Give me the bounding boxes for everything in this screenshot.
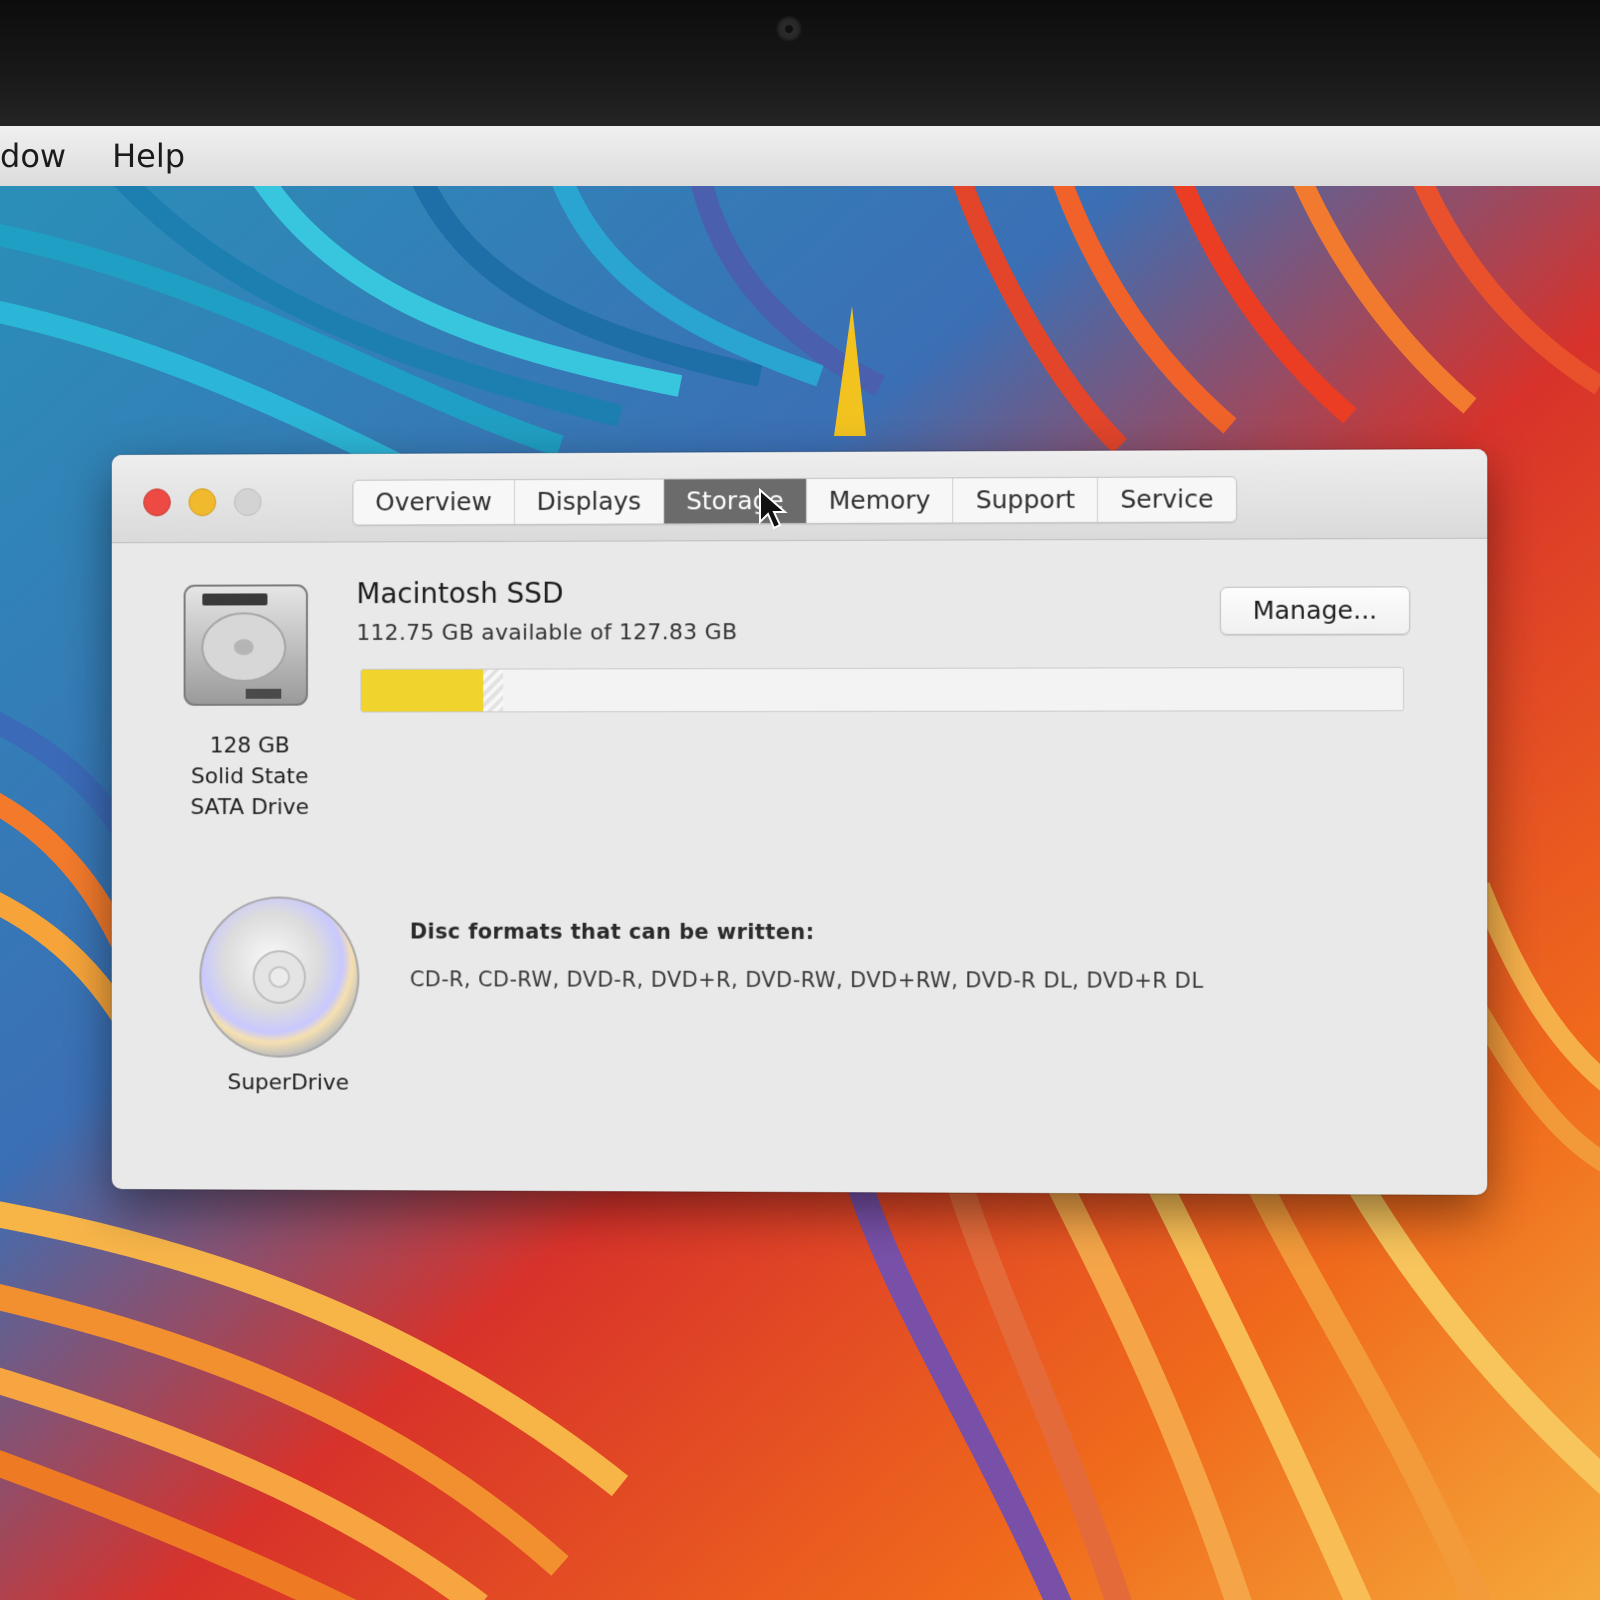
disc-formats-list: CD-R, CD-RW, DVD-R, DVD+R, DVD-RW, DVD+R… <box>409 967 1204 993</box>
about-this-mac-window: Overview Displays Storage Memory Support… <box>111 449 1488 1195</box>
zoom-button <box>233 488 262 517</box>
drive-type: Solid State <box>191 764 309 790</box>
drive-availability: 112.75 GB available of 127.83 GB <box>356 620 738 646</box>
drive-interface: SATA Drive <box>190 795 310 821</box>
pointer-cursor-icon <box>759 488 788 530</box>
menu-bar: dow Help <box>0 126 1600 187</box>
drive-caption: 128 GB Solid State SATA Drive <box>161 730 339 823</box>
optical-disc-icon <box>196 893 362 1060</box>
tab-support[interactable]: Support <box>953 477 1099 523</box>
minimize-button[interactable] <box>188 488 217 517</box>
optical-drive-caption: SuperDrive <box>227 1070 350 1096</box>
camera-icon <box>776 16 802 42</box>
tab-displays[interactable]: Displays <box>514 479 665 524</box>
tab-bar: Overview Displays Storage Memory Support… <box>352 476 1237 526</box>
tab-memory[interactable]: Memory <box>806 478 954 523</box>
tab-service[interactable]: Service <box>1098 477 1236 522</box>
menu-item-help[interactable]: Help <box>112 137 185 175</box>
drive-name: Macintosh SSD <box>356 576 564 611</box>
drive-capacity: 128 GB <box>209 733 290 759</box>
menu-item-window[interactable]: dow <box>0 137 66 175</box>
storage-usage-bar <box>360 666 1405 713</box>
window-titlebar: Overview Displays Storage Memory Support… <box>111 449 1488 544</box>
hard-drive-icon <box>181 581 311 708</box>
tab-overview[interactable]: Overview <box>353 480 515 525</box>
storage-usage-fill <box>361 669 483 712</box>
disc-formats-title: Disc formats that can be written: <box>409 919 815 945</box>
screen-bezel <box>0 0 1600 130</box>
storage-usage-purgeable <box>482 669 503 712</box>
close-button[interactable] <box>143 488 171 517</box>
manage-button[interactable]: Manage... <box>1219 586 1411 636</box>
